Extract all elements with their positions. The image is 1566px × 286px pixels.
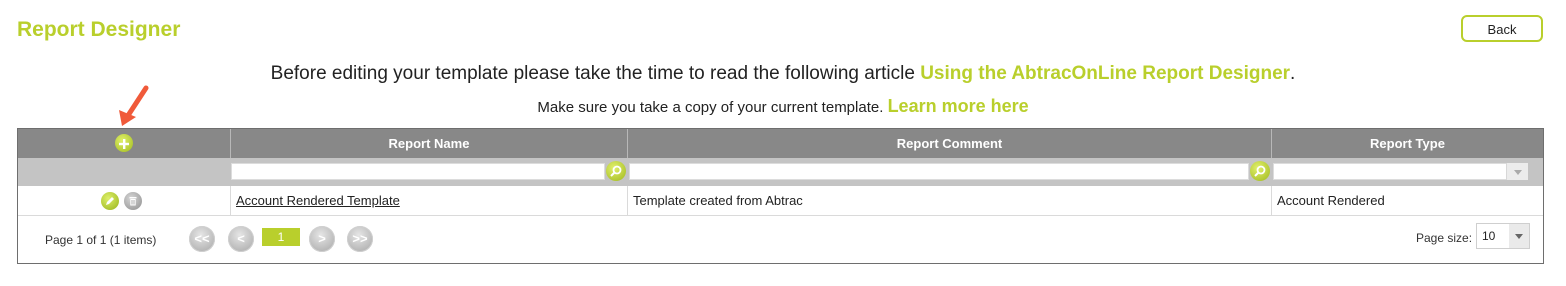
notice-line-1: Before editing your template please take… [0,63,1566,85]
arrow-pointer-icon [119,85,149,126]
edit-report-button[interactable] [101,192,119,210]
page-size-label: Page size: [1416,231,1473,245]
notice-period: . [1290,63,1296,84]
next-page-button[interactable]: > [309,226,335,252]
delete-report-button[interactable] [124,192,142,210]
report-name-cell: Account Rendered Template [230,186,627,215]
page-size-select[interactable]: 10 [1476,223,1530,249]
column-header-report-comment[interactable]: Report Comment [627,129,1271,158]
search-icon [610,165,622,177]
table-row: Account Rendered Template Template creat… [18,186,1543,216]
last-page-button[interactable]: >> [347,226,373,252]
notice-line-2: Make sure you take a copy of your curren… [0,96,1566,117]
row-actions-cell [18,186,230,215]
learn-more-link[interactable]: Learn more here [888,96,1029,116]
page-size-value: 10 [1482,229,1496,243]
grid-filter-row [18,158,1543,186]
report-name-filter-input[interactable] [231,163,605,180]
chevron-down-icon[interactable] [1509,224,1529,248]
report-type-dropdown-arrow[interactable] [1506,163,1528,180]
search-icon [1254,165,1266,177]
plus-icon [119,139,129,149]
pager-summary: Page 1 of 1 (1 items) [45,233,157,247]
column-header-report-type[interactable]: Report Type [1271,129,1543,158]
reports-grid: Report Name Report Comment Report Type A… [17,128,1544,264]
report-name-filter-button[interactable] [606,161,626,181]
grid-header-row: Report Name Report Comment Report Type [18,129,1543,158]
report-designer-article-link[interactable]: Using the AbtracOnLine Report Designer [920,63,1290,84]
previous-page-button[interactable]: < [228,226,254,252]
report-comment-cell: Template created from Abtrac [627,186,1271,215]
page-number-1[interactable]: 1 [262,228,300,246]
report-comment-filter-button[interactable] [1250,161,1270,181]
trash-icon [129,197,137,206]
add-report-button[interactable] [115,134,133,152]
report-name-link[interactable]: Account Rendered Template [236,193,400,208]
report-type-filter-combo[interactable] [1273,163,1507,180]
notice-text: Before editing your template please take… [270,63,915,84]
page-title: Report Designer [17,18,181,41]
notice-copy-text: Make sure you take a copy of your curren… [537,99,884,116]
column-header-report-name[interactable]: Report Name [230,129,627,158]
report-type-cell: Account Rendered [1271,186,1543,215]
first-page-button[interactable]: << [189,226,215,252]
pencil-icon [106,197,114,205]
add-column-header [18,129,230,158]
report-comment-filter-input[interactable] [629,163,1249,180]
back-button[interactable]: Back [1461,15,1543,42]
